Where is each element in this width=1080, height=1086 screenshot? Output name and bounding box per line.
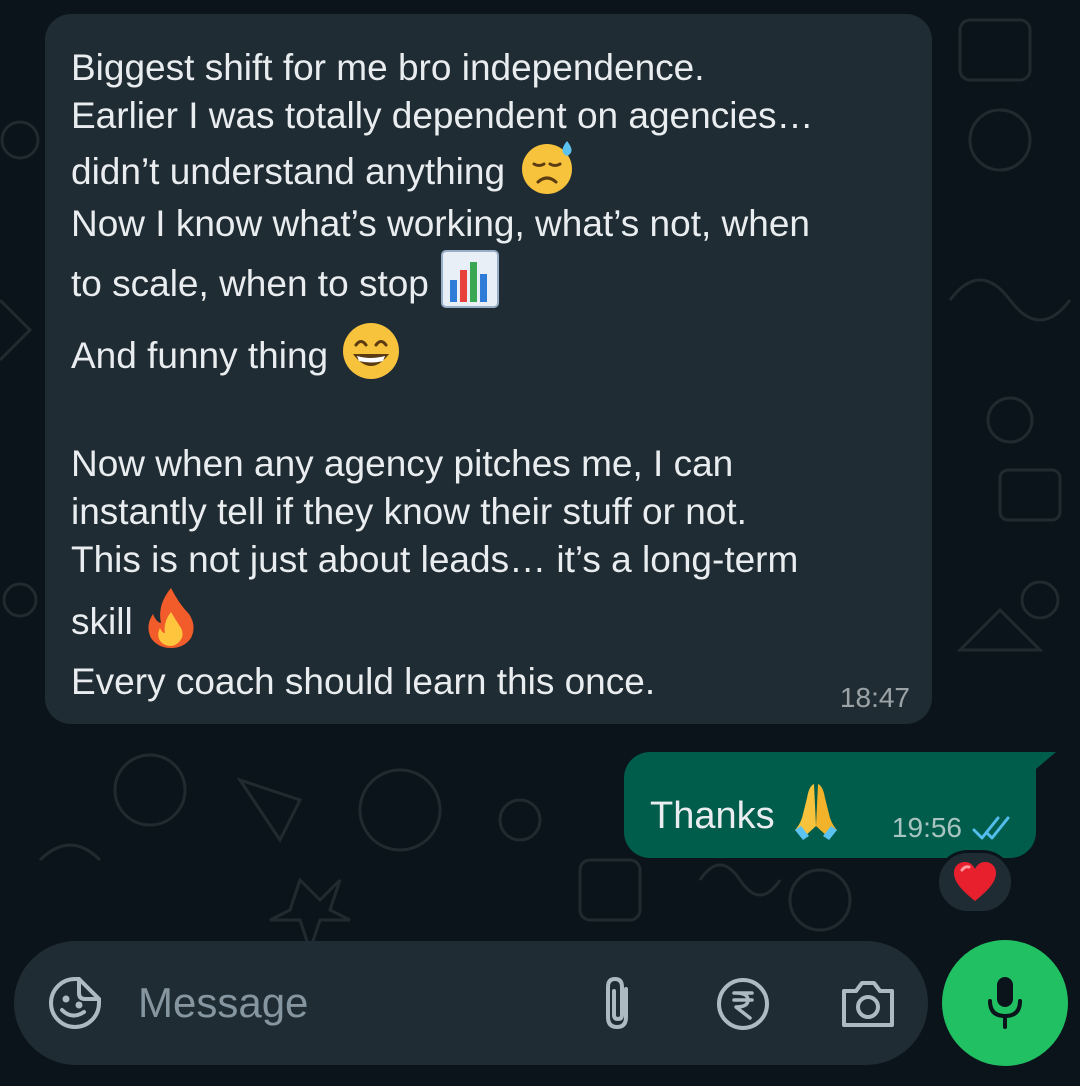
message-line: didn’t understand anything: [71, 139, 577, 205]
message-reaction[interactable]: [936, 850, 1014, 914]
rupee-payment-icon[interactable]: [714, 975, 772, 1033]
message-line: skill: [71, 588, 197, 654]
message-line: This is not just about leads… it’s a lon…: [71, 538, 798, 582]
message-line: Earlier I was totally dependent on agenc…: [71, 94, 814, 138]
camera-icon[interactable]: [838, 975, 898, 1033]
outgoing-message-meta: 19:56: [892, 812, 1014, 844]
message-text: Biggest shift for me bro independence.: [71, 47, 705, 88]
folded-hands-emoji: [793, 780, 839, 852]
message-text: skill: [71, 601, 133, 642]
fire-emoji: [145, 586, 197, 658]
message-line: Now when any agency pitches me, I can: [71, 442, 733, 486]
message-text: didn’t understand anything: [71, 151, 506, 192]
message-text: instantly tell if they know their stuff …: [71, 491, 747, 532]
message-text: Now when any agency pitches me, I can: [71, 443, 734, 484]
message-text: Now I know what’s working, what’s not, w…: [71, 203, 810, 244]
sad-sweat-emoji: [517, 139, 577, 205]
message-text: Every coach should learn this once.: [71, 661, 656, 702]
grinning-emoji: [340, 320, 402, 392]
message-timestamp: 18:47: [839, 682, 910, 713]
message-text: Earlier I was totally dependent on agenc…: [71, 95, 814, 136]
message-timestamp: 19:56: [891, 812, 962, 843]
message-text: And funny thing: [71, 335, 329, 376]
outgoing-message-bubble[interactable]: Thanks 19:56: [624, 752, 1036, 858]
message-line: Biggest shift for me bro independence.: [71, 46, 705, 90]
incoming-message-bubble[interactable]: Biggest shift for me bro independence. E…: [45, 14, 932, 724]
message-line: to scale, when to stop: [71, 250, 499, 314]
microphone-icon: [985, 973, 1025, 1033]
microphone-button[interactable]: [942, 940, 1068, 1066]
message-line: Every coach should learn this once.: [71, 660, 655, 704]
bar-chart-emoji: [440, 250, 499, 318]
message-composer[interactable]: Message: [14, 941, 928, 1065]
message-text: This is not just about leads… it’s a lon…: [71, 539, 799, 580]
message-line: instantly tell if they know their stuff …: [71, 490, 747, 534]
message-text: Thanks: [650, 795, 775, 837]
red-heart-emoji: [952, 861, 998, 903]
attach-paperclip-icon[interactable]: [592, 975, 642, 1033]
message-line: Now I know what’s working, what’s not, w…: [71, 202, 810, 246]
sticker-icon[interactable]: [46, 974, 104, 1032]
double-check-read-icon: [972, 814, 1014, 842]
message-input[interactable]: Message: [138, 979, 308, 1027]
message-text: to scale, when to stop: [71, 263, 429, 304]
outgoing-message-line: Thanks: [650, 780, 839, 852]
message-line: And funny thing: [71, 323, 402, 388]
